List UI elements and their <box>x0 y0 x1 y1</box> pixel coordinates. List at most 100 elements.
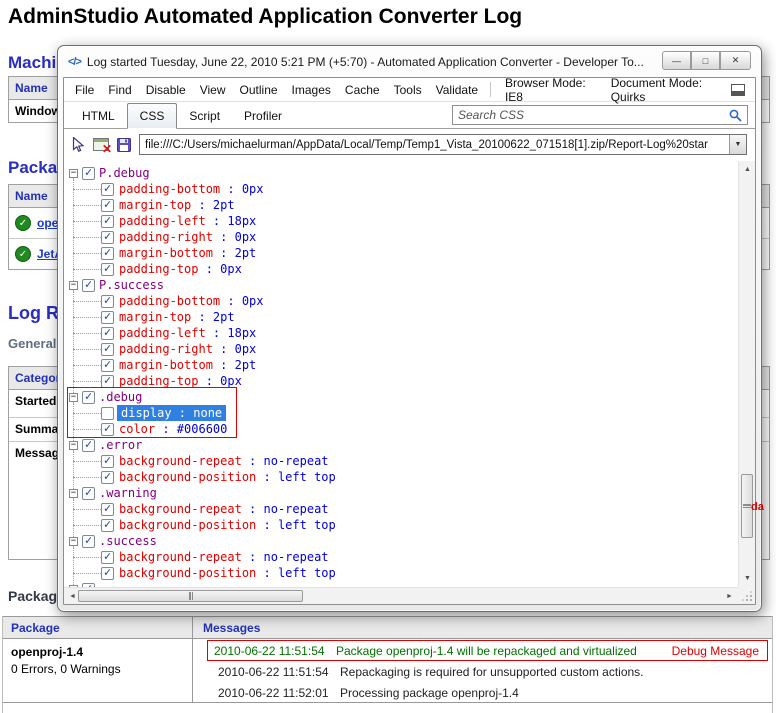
check-icon: ✓ <box>85 388 92 404</box>
css-property-row[interactable]: ✓margin-bottom : 2pt <box>66 357 738 373</box>
menu-validate[interactable]: Validate <box>429 80 485 100</box>
property-checkbox[interactable]: ✓ <box>101 567 114 580</box>
menu-view[interactable]: View <box>193 80 233 100</box>
property-checkbox[interactable]: ✓ <box>101 215 114 228</box>
property-checkbox[interactable]: ✓ <box>101 375 114 388</box>
resize-grip[interactable] <box>738 587 755 604</box>
property-checkbox[interactable]: ✓ <box>82 487 95 500</box>
menu-tools[interactable]: Tools <box>387 80 429 100</box>
property-checkbox[interactable]: ✓ <box>101 503 114 516</box>
unpin-window-icon[interactable] <box>731 84 745 96</box>
tab-html[interactable]: HTML <box>70 104 127 128</box>
css-property-row[interactable]: ✓padding-left : 18px <box>66 213 738 229</box>
scroll-up-icon[interactable]: ▲ <box>739 161 756 178</box>
select-element-cursor-icon[interactable] <box>72 137 85 152</box>
property-value: : 2pt <box>191 310 234 324</box>
maximize-button[interactable]: □ <box>691 51 720 70</box>
property-checkbox[interactable]: ✓ <box>101 295 114 308</box>
css-property-row[interactable]: ✓padding-left : 18px <box>66 325 738 341</box>
property-checkbox[interactable]: ✓ <box>101 551 114 564</box>
css-property-row[interactable]: ✓background-repeat : no-repeat <box>66 453 738 469</box>
menu-outline[interactable]: Outline <box>233 80 285 100</box>
css-property-row[interactable]: ✓margin-top : 2pt <box>66 197 738 213</box>
search-icon[interactable] <box>729 109 742 122</box>
property-checkbox[interactable]: ✓ <box>82 167 95 180</box>
property-checkbox[interactable] <box>101 407 114 420</box>
css-property-row[interactable]: ✓background-repeat : no-repeat <box>66 549 738 565</box>
property-name: margin-top <box>119 310 191 324</box>
property-checkbox[interactable]: ✓ <box>101 311 114 324</box>
css-property-row[interactable]: ✓background-repeat : no-repeat <box>66 501 738 517</box>
menu-find[interactable]: Find <box>101 80 138 100</box>
collapse-expander-icon[interactable]: − <box>69 281 78 290</box>
property-checkbox[interactable]: ✓ <box>101 231 114 244</box>
devtools-titlebar[interactable]: </> Log started Tuesday, June 22, 2010 5… <box>58 46 761 77</box>
property-checkbox[interactable]: ✓ <box>101 263 114 276</box>
css-property-row[interactable]: ✓ margin-top : 2pt <box>66 309 738 325</box>
property-checkbox[interactable]: ✓ <box>82 439 95 452</box>
css-property-row[interactable]: display : none <box>66 405 738 421</box>
css-rule-row[interactable]: −✓P.debug <box>66 165 738 181</box>
property-checkbox[interactable]: ✓ <box>101 343 114 356</box>
horizontal-scroll-thumb[interactable] <box>78 590 303 602</box>
property-checkbox[interactable]: ✓ <box>101 519 114 532</box>
property-value: : none <box>172 406 223 420</box>
property-checkbox[interactable]: ✓ <box>101 471 114 484</box>
property-checkbox[interactable]: ✓ <box>101 327 114 340</box>
search-input[interactable] <box>458 108 729 122</box>
css-property-row[interactable]: ✓padding-right : 0px <box>66 229 738 245</box>
css-rule-row[interactable]: −✓P.success <box>66 277 738 293</box>
clear-browser-cache-icon[interactable]: ✕ <box>93 138 109 151</box>
property-checkbox[interactable]: ✓ <box>101 423 114 436</box>
css-property-row[interactable]: ✓padding-top : 0px <box>66 261 738 277</box>
property-checkbox[interactable]: ✓ <box>82 391 95 404</box>
minimize-button[interactable]: — <box>662 51 691 70</box>
combo-dropdown-icon[interactable]: ▼ <box>729 135 746 154</box>
tab-css[interactable]: CSS <box>127 103 178 129</box>
css-property-row[interactable]: ✓background-position : left top <box>66 517 738 533</box>
tab-script[interactable]: Script <box>177 104 232 128</box>
property-checkbox[interactable]: ✓ <box>82 279 95 292</box>
css-property-row[interactable]: ✓background-position : left top <box>66 469 738 485</box>
menu-disable[interactable]: Disable <box>139 80 193 100</box>
property-checkbox[interactable]: ✓ <box>82 535 95 548</box>
property-checkbox[interactable]: ✓ <box>101 455 114 468</box>
scroll-right-icon[interactable]: ► <box>721 588 738 605</box>
scroll-down-icon[interactable]: ▼ <box>739 570 756 587</box>
tab-profiler[interactable]: Profiler <box>232 104 294 128</box>
css-rule-row[interactable]: −✓.error <box>66 437 738 453</box>
success-check-icon: ✓ <box>15 215 31 231</box>
property-checkbox[interactable]: ✓ <box>101 199 114 212</box>
collapse-expander-icon[interactable]: − <box>69 393 78 402</box>
property-checkbox[interactable]: ✓ <box>101 247 114 260</box>
css-rule-row[interactable]: −✓.debug <box>66 389 738 405</box>
menu-images[interactable]: Images <box>285 80 338 100</box>
horizontal-scrollbar[interactable]: ◄ ► <box>64 587 738 604</box>
css-property-row[interactable]: ✓color : #006600 <box>66 421 738 437</box>
column-package: Package <box>3 617 193 638</box>
menu-file[interactable]: File <box>68 80 101 100</box>
save-icon[interactable] <box>117 138 131 152</box>
property-checkbox[interactable]: ✓ <box>101 183 114 196</box>
css-property-row[interactable]: ✓padding-bottom : 0px <box>66 181 738 197</box>
collapse-expander-icon[interactable]: − <box>69 169 78 178</box>
css-property-row[interactable]: ✓background-position : left top <box>66 565 738 581</box>
css-property-row[interactable]: ✓padding-top : 0px <box>66 373 738 389</box>
file-url-combo[interactable]: file:///C:/Users/michaelurman/AppData/Lo… <box>139 134 747 155</box>
css-property-row[interactable]: ✓margin-bottom : 2pt <box>66 245 738 261</box>
tree-connector-stub <box>73 525 101 526</box>
message-text: Package openproj-1.4 will be repackaged … <box>336 644 637 658</box>
menu-cache[interactable]: Cache <box>338 80 387 100</box>
vertical-scrollbar[interactable]: ▲ ▼ <box>738 161 755 587</box>
check-icon: ✓ <box>104 548 111 564</box>
check-icon: ✓ <box>85 484 92 500</box>
collapse-expander-icon[interactable]: − <box>69 441 78 450</box>
css-property-row[interactable]: ✓padding-bottom : 0px <box>66 293 738 309</box>
css-rule-row[interactable]: −✓.success <box>66 533 738 549</box>
css-rule-row[interactable]: −✓.warning <box>66 485 738 501</box>
collapse-expander-icon[interactable]: − <box>69 489 78 498</box>
property-checkbox[interactable]: ✓ <box>101 359 114 372</box>
close-button[interactable]: ✕ <box>720 51 751 70</box>
css-property-row[interactable]: ✓padding-right : 0px <box>66 341 738 357</box>
collapse-expander-icon[interactable]: − <box>69 537 78 546</box>
